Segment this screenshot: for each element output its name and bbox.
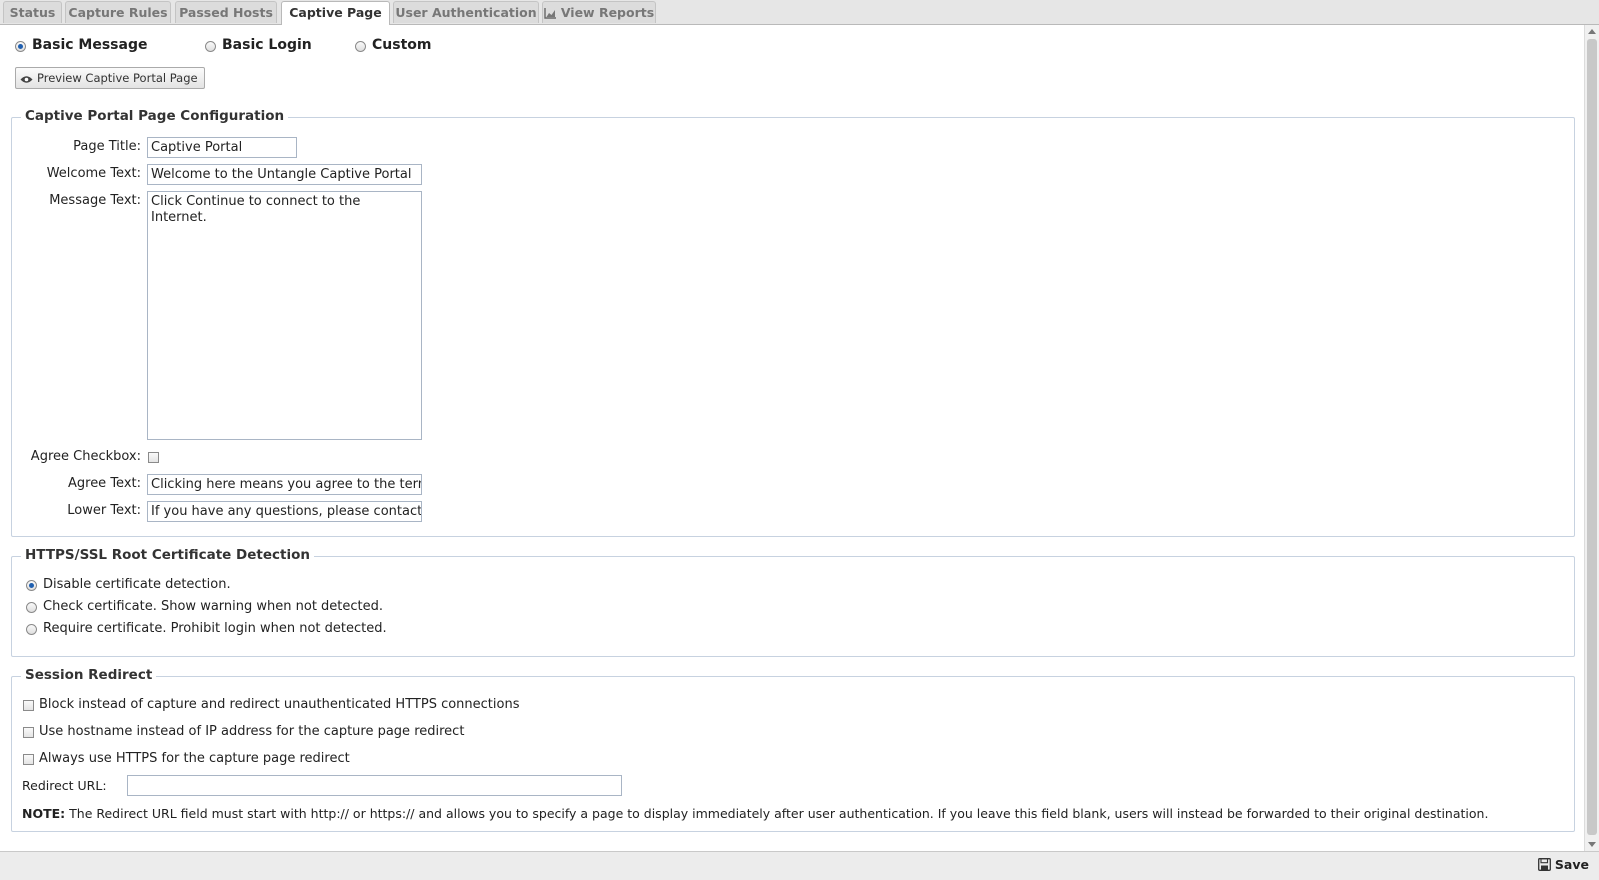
tab-label: User Authentication [395,5,537,20]
chart-icon [544,4,557,25]
preview-captive-portal-page-button[interactable]: Preview Captive Portal Page [15,67,205,89]
radio-require-certificate-label[interactable]: Require certificate. Prohibit login when… [43,621,387,636]
lower-text-input[interactable]: If you have any questions, please contac… [147,501,422,522]
tab-label: View Reports [560,5,655,20]
agree-checkbox[interactable] [148,452,159,463]
radio-check-certificate-label[interactable]: Check certificate. Show warning when not… [43,599,383,614]
radio-custom[interactable] [355,41,366,52]
tab-status[interactable]: Status [3,1,62,23]
tab-user-authentication[interactable]: User Authentication [393,1,539,23]
session-redirect-legend: Session Redirect [21,667,157,683]
radio-basic-message-label[interactable]: Basic Message [32,37,147,53]
tab-view-reports[interactable]: View Reports [542,1,656,23]
welcome-text-input[interactable]: Welcome to the Untangle Captive Portal [147,164,422,185]
agree-text-label: Agree Text: [67,476,141,491]
page-configuration-legend: Captive Portal Page Configuration [21,108,289,124]
scroll-up-arrow-icon[interactable] [1588,29,1596,34]
radio-disable-certificate-detection-label[interactable]: Disable certificate detection. [43,577,231,592]
tab-label: Captive Page [289,5,382,20]
ssl-detection-legend: HTTPS/SSL Root Certificate Detection [21,547,314,563]
tab-label: Capture Rules [68,5,168,20]
welcome-text-label: Welcome Text: [46,166,141,181]
scroll-down-arrow-icon[interactable] [1588,842,1596,847]
vertical-scrollbar[interactable] [1584,25,1599,851]
block-https-checkbox[interactable] [23,700,34,711]
use-hostname-label[interactable]: Use hostname instead of IP address for t… [39,724,464,739]
agree-text-input[interactable]: Clicking here means you agree to the ter… [147,474,422,495]
radio-basic-message[interactable] [15,41,26,52]
note-text: The Redirect URL field must start with h… [69,806,1489,821]
tab-bar: Status Capture Rules Passed Hosts Captiv… [0,0,1599,25]
tab-passed-hosts[interactable]: Passed Hosts [175,1,277,23]
scrollbar-thumb[interactable] [1587,39,1597,835]
redirect-url-input[interactable] [127,775,622,796]
radio-basic-login-label[interactable]: Basic Login [222,37,312,53]
eye-icon [20,76,33,83]
radio-basic-login[interactable] [205,41,216,52]
radio-check-certificate[interactable] [26,602,37,613]
block-https-label[interactable]: Block instead of capture and redirect un… [39,697,519,712]
tab-label: Status [9,5,56,20]
note-label: NOTE: [22,806,66,821]
save-icon [1537,858,1551,871]
always-https-label[interactable]: Always use HTTPS for the capture page re… [39,751,350,766]
save-label: Save [1554,857,1589,872]
message-text-textarea[interactable]: Click Continue to connect to the Interne… [147,191,422,440]
tab-label: Passed Hosts [179,5,273,20]
bottom-toolbar: Save [0,851,1599,880]
agree-checkbox-label: Agree Checkbox: [30,449,141,464]
radio-require-certificate[interactable] [26,624,37,635]
tab-captive-page[interactable]: Captive Page [281,1,390,25]
redirect-url-label: Redirect URL: [22,778,107,793]
tab-capture-rules[interactable]: Capture Rules [65,1,171,23]
lower-text-label: Lower Text: [67,503,141,518]
save-button[interactable]: Save [1537,857,1589,872]
radio-disable-certificate-detection[interactable] [26,580,37,591]
redirect-note: NOTE: The Redirect URL field must start … [22,806,1488,821]
always-https-checkbox[interactable] [23,754,34,765]
page-title-input[interactable]: Captive Portal [147,137,297,158]
message-text-label: Message Text: [49,193,141,208]
radio-custom-label[interactable]: Custom [372,37,431,53]
page-title-label: Page Title: [73,139,141,154]
preview-button-label: Preview Captive Portal Page [37,71,198,85]
use-hostname-checkbox[interactable] [23,727,34,738]
